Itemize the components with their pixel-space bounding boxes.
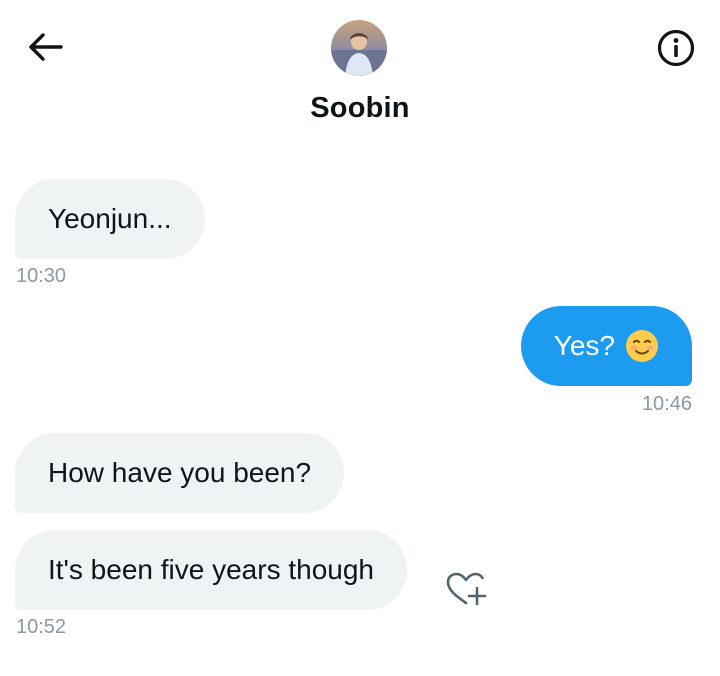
message-timestamp: 10:30 xyxy=(16,265,67,287)
avatar[interactable] xyxy=(331,20,387,76)
back-button[interactable] xyxy=(24,26,66,68)
conversation-header: Soobin xyxy=(0,0,720,140)
message-timestamp: 10:46 xyxy=(641,393,692,415)
message-bubble-incoming[interactable]: How have you been? xyxy=(15,433,345,513)
message-text: How have you been? xyxy=(48,457,312,488)
arrow-left-icon xyxy=(29,33,63,61)
message-bubble-incoming[interactable]: It's been five years though xyxy=(15,530,407,610)
add-reaction-button[interactable] xyxy=(444,570,488,610)
message-timestamp: 10:52 xyxy=(16,616,67,638)
info-circle-icon xyxy=(657,29,695,67)
info-button[interactable] xyxy=(654,26,698,70)
message-text: Yes? xyxy=(553,330,615,361)
message-bubble-outgoing[interactable]: Yes? xyxy=(520,306,692,386)
message-bubble-incoming[interactable]: Yeonjun... xyxy=(15,179,205,259)
contact-name[interactable]: Soobin xyxy=(0,92,720,125)
heart-plus-icon xyxy=(446,572,487,606)
smiling-face-emoji-icon xyxy=(626,330,658,362)
message-text: Yeonjun... xyxy=(48,203,172,234)
message-text: It's been five years though xyxy=(48,554,374,585)
